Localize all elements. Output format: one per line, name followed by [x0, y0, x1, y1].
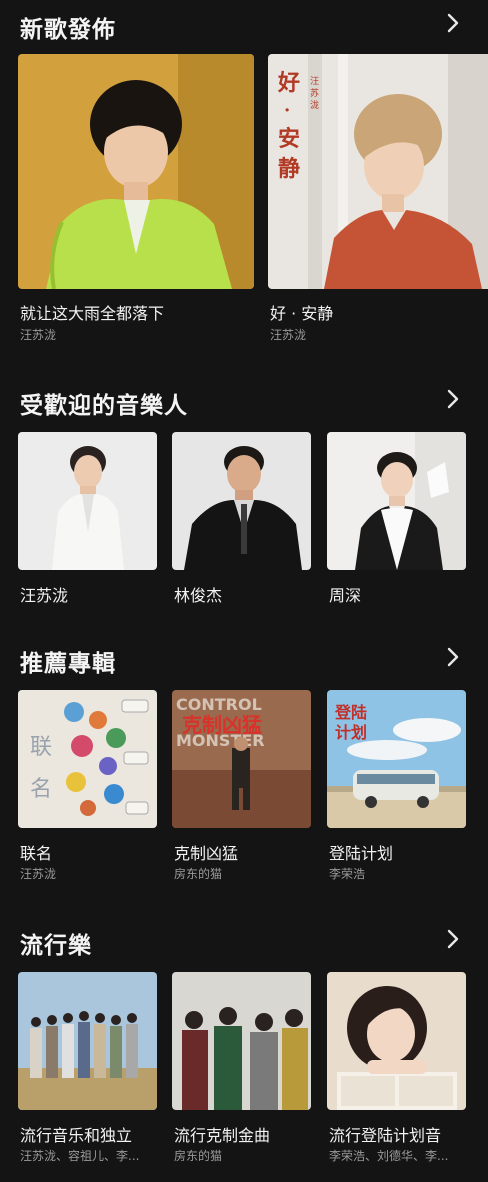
- album-cover: 联 名: [18, 690, 157, 828]
- album-cover: [18, 54, 254, 289]
- card-title: 就让这大雨全都落下: [20, 304, 165, 323]
- card-title: 好 · 安静: [270, 304, 334, 323]
- playlist-card[interactable]: 流行克制金曲 房东的猫: [172, 972, 312, 1177]
- card-artist: 房东的猫: [174, 1149, 223, 1163]
- playlist-card[interactable]: 流行音乐和独立 汪苏泷、容祖儿、李...: [18, 972, 158, 1177]
- card-title: 联名: [20, 844, 53, 863]
- card-artist: 李荣浩: [329, 867, 366, 881]
- svg-text:汪: 汪: [310, 76, 319, 87]
- artist-photo: [18, 432, 157, 570]
- album-cover: 登陆 计划: [327, 690, 466, 828]
- artist-name: 林俊杰: [174, 586, 223, 605]
- card-artist: 汪苏泷、容祖儿、李...: [20, 1149, 140, 1163]
- new-release-card[interactable]: 就让这大雨全都落下 汪苏泷: [18, 54, 256, 344]
- card-artist: 汪苏泷: [270, 328, 307, 342]
- card-title: 克制凶猛: [174, 844, 239, 863]
- album-card[interactable]: CONTROL MONSTER 克制凶猛 克制凶猛 房东的猫: [172, 690, 312, 890]
- playlist-card[interactable]: 流行登陆计划音 李荣浩、刘德华、李...: [327, 972, 467, 1177]
- svg-text:克制凶猛: 克制凶猛: [182, 713, 262, 737]
- section-header[interactable]: 新歌發佈: [0, 4, 488, 48]
- album-cover: 好 · 安 静 汪 苏 泷: [268, 54, 488, 289]
- card-artist: 李荣浩、刘德华、李...: [329, 1149, 449, 1163]
- artist-name: 汪苏泷: [20, 586, 69, 605]
- artist-photo: [172, 432, 311, 570]
- section-header[interactable]: 推薦專輯: [0, 638, 488, 682]
- svg-text:苏: 苏: [310, 87, 319, 99]
- section-title: 流行樂: [20, 933, 92, 959]
- card-title: 流行音乐和独立: [20, 1126, 133, 1145]
- card-artist: 汪苏泷: [20, 867, 57, 881]
- svg-text:名: 名: [30, 777, 52, 802]
- section-header[interactable]: 受歡迎的音樂人: [0, 380, 488, 424]
- card-title: 流行登陆计划音: [329, 1126, 442, 1145]
- svg-text:CONTROL: CONTROL: [176, 695, 262, 714]
- chevron-right-icon[interactable]: [444, 12, 462, 34]
- section-recommended-albums: 推薦專輯: [0, 638, 488, 682]
- artist-card[interactable]: 周深: [327, 432, 467, 610]
- chevron-right-icon[interactable]: [444, 928, 462, 950]
- playlist-cover: [18, 972, 157, 1110]
- section-pop: 流行樂: [0, 920, 488, 964]
- svg-text:泷: 泷: [310, 99, 319, 111]
- album-card[interactable]: 联 名 联名 汪苏泷: [18, 690, 158, 890]
- svg-text:计划: 计划: [335, 723, 367, 742]
- section-title: 新歌發佈: [20, 17, 116, 43]
- chevron-right-icon[interactable]: [444, 388, 462, 410]
- album-card[interactable]: 登陆 计划 登陆计划 李荣浩: [327, 690, 467, 890]
- section-popular-artists: 受歡迎的音樂人: [0, 380, 488, 424]
- svg-text:安: 安: [278, 126, 300, 152]
- card-artist: 房东的猫: [174, 867, 223, 881]
- svg-text:·: ·: [284, 100, 290, 121]
- artist-card[interactable]: 林俊杰: [172, 432, 312, 610]
- artist-name: 周深: [329, 586, 362, 605]
- artist-card[interactable]: 汪苏泷: [18, 432, 158, 610]
- artist-photo: [327, 432, 466, 570]
- new-release-card[interactable]: 好 · 安 静 汪 苏 泷 好 · 安静 汪苏泷: [268, 54, 488, 344]
- playlist-cover: [327, 972, 466, 1110]
- section-title: 推薦專輯: [20, 651, 116, 677]
- section-title: 受歡迎的音樂人: [20, 393, 188, 419]
- card-artist: 汪苏泷: [20, 328, 57, 342]
- section-header[interactable]: 流行樂: [0, 920, 488, 964]
- svg-text:登陆: 登陆: [334, 703, 367, 722]
- card-title: 登陆计划: [329, 844, 394, 863]
- svg-text:静: 静: [278, 156, 300, 182]
- card-title: 流行克制金曲: [174, 1126, 271, 1145]
- svg-text:联: 联: [30, 735, 52, 760]
- svg-text:好: 好: [277, 70, 300, 96]
- album-cover: CONTROL MONSTER 克制凶猛: [172, 690, 311, 828]
- chevron-right-icon[interactable]: [444, 646, 462, 668]
- playlist-cover: [172, 972, 311, 1110]
- section-new-releases: 新歌發佈: [0, 4, 488, 48]
